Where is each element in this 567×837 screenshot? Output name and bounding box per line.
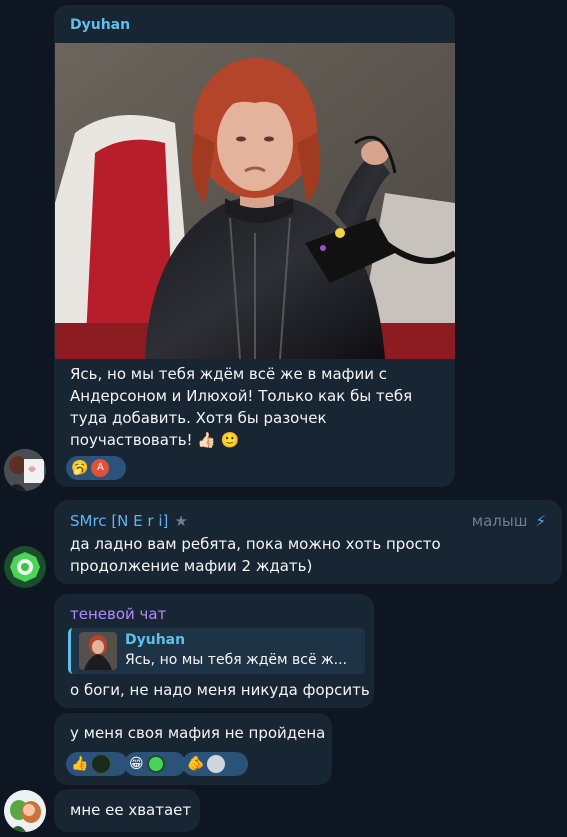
sender-name[interactable]: теневой чат <box>70 605 166 623</box>
message-bubble-shadow-chat[interactable]: теневой чат Dyuhan Ясь, но мы тебя ждём … <box>54 594 374 708</box>
member-tag-text: малыш <box>471 512 528 530</box>
reaction-chip-grin[interactable]: 😁 <box>124 752 186 776</box>
sender-name-text: SMrc [N E r i] <box>70 512 169 530</box>
grin-emoji-icon: 😁 <box>129 756 144 772</box>
message-text: у меня своя мафия не пройдена <box>70 724 326 742</box>
smrc-avatar[interactable] <box>4 546 46 588</box>
reaction-chip-thumbs[interactable]: 👍 <box>66 752 128 776</box>
message-bubble-smrc[interactable]: SMrc [N E r i] ★ малыш ⚡ да ладно вам ре… <box>54 500 562 584</box>
star-icon: ★ <box>174 512 188 530</box>
dyuhan-avatar-icon <box>4 449 46 491</box>
reply-thumbnail <box>79 632 117 670</box>
reaction-chip[interactable]: 🥱 A <box>66 456 126 480</box>
yawn-emoji-icon: 🥱 <box>71 460 89 476</box>
message-bubble[interactable]: у меня своя мафия не пройдена 👍 😁 🫵 <box>54 713 332 785</box>
message-text: да ладно вам ребята, пока можно хоть про… <box>70 535 441 575</box>
reactor-avatar <box>207 755 226 773</box>
member-tag: малыш ⚡ <box>472 512 546 530</box>
message-text: Ясь, но мы тебя ждём всё же в мафии с Ан… <box>70 365 413 449</box>
sender-name[interactable]: SMrc [N E r i] ★ <box>70 512 188 530</box>
photo-illustration <box>55 43 455 359</box>
reply-thumbnail-image <box>79 632 117 670</box>
shadow-chat-avatar[interactable] <box>4 790 46 832</box>
sender-name[interactable]: Dyuhan <box>70 17 130 33</box>
shadow-chat-avatar-icon <box>4 790 46 832</box>
point-emoji-icon: 🫵 <box>187 756 205 772</box>
message-text: мне ее хватает <box>70 801 192 819</box>
reply-author: Dyuhan <box>125 632 186 648</box>
message-bubble[interactable]: мне ее хватает <box>54 789 200 832</box>
message-bubble-dyuhan[interactable]: Dyuhan Ясь, но мы тебя ждём всё же в маф… <box>54 5 455 487</box>
dharma-logo-icon <box>4 546 46 588</box>
reactor-avatar: A <box>91 459 110 477</box>
reaction-chip-point[interactable]: 🫵 <box>182 752 248 776</box>
message-photo[interactable] <box>55 43 455 359</box>
reply-text: Ясь, но мы тебя ждём всё ж... <box>125 652 347 668</box>
thumbs-up-emoji-icon: 👍 <box>71 756 89 772</box>
reactor-avatar <box>146 755 165 773</box>
message-text: о боги, не надо меня никуда форсить <box>70 681 370 699</box>
dyuhan-avatar[interactable] <box>4 449 46 491</box>
reactor-avatar <box>91 754 112 774</box>
lightning-icon: ⚡ <box>535 512 546 530</box>
reply-preview[interactable]: Dyuhan Ясь, но мы тебя ждём всё ж... <box>68 628 365 674</box>
